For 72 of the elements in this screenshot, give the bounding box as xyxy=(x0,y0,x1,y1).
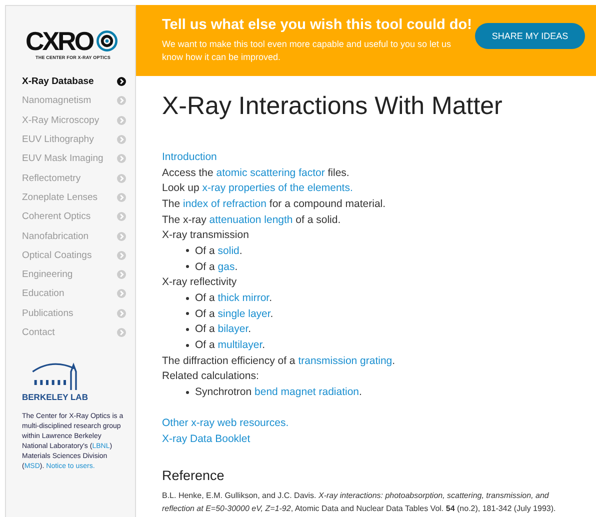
chevron-icon xyxy=(117,77,126,86)
chevron-icon xyxy=(117,270,126,280)
nav-item[interactable]: Publications xyxy=(22,304,126,323)
chevron-icon xyxy=(117,154,126,164)
link[interactable]: attenuation length xyxy=(209,214,293,226)
bullet-icon xyxy=(186,265,189,268)
bullet-icon xyxy=(186,312,189,316)
text-line: Look up x-ray properties of the elements. xyxy=(162,182,353,194)
link[interactable]: Introduction xyxy=(162,150,217,163)
link[interactable]: solid xyxy=(218,244,240,257)
nav-item[interactable]: Reflectometry xyxy=(22,168,126,188)
text-line: X-ray transmission xyxy=(162,229,249,242)
chevron-icon xyxy=(117,308,126,318)
link[interactable]: transmission grating xyxy=(298,354,392,367)
bullet-icon xyxy=(186,328,189,331)
link[interactable]: multilayer xyxy=(218,339,262,352)
link[interactable]: single layer xyxy=(218,308,270,320)
link[interactable]: bilayer xyxy=(218,323,248,336)
chevron-icon xyxy=(117,116,126,125)
text-line: The x-ray attenuation length of a solid. xyxy=(162,214,341,226)
nav-item[interactable]: Optical Coatings xyxy=(22,246,126,265)
chevron-icon xyxy=(117,174,126,183)
bullet-icon xyxy=(186,390,189,394)
link[interactable]: X-ray Data Booklet xyxy=(162,432,250,445)
nav-item[interactable]: Coherent Optics xyxy=(22,207,126,226)
chevron-icon xyxy=(117,135,126,144)
text-line: Synchrotron bend magnet radiation. xyxy=(195,386,362,398)
link[interactable]: Other x-ray web resources. xyxy=(162,416,289,429)
link[interactable]: atomic scattering factor xyxy=(216,166,325,179)
chevron-icon xyxy=(117,96,126,106)
page-title: X-Ray Interactions With Matter xyxy=(162,92,504,121)
link[interactable]: thick mirror xyxy=(218,292,270,304)
nav-item[interactable]: Zoneplate Lenses xyxy=(22,188,126,208)
reference-heading: Reference xyxy=(162,468,226,484)
nav-item[interactable]: Nanomagnetism xyxy=(22,91,126,111)
banner-text: We want to make this tool even more capable and useful to you so let us know how it can be improved. xyxy=(162,38,452,64)
text-line: Of a solid. xyxy=(195,244,242,257)
text-line: Of a thick mirror. xyxy=(195,292,272,304)
text-line: Of a bilayer. xyxy=(195,323,252,336)
text-line: The diffraction efficiency of a transmission grating. xyxy=(162,354,396,367)
share-ideas-button[interactable]: SHARE MY IDEAS xyxy=(475,23,585,49)
text-line: Access the atomic scattering factor files. xyxy=(162,166,350,179)
banner-title: Tell us what else you wish this tool could do! xyxy=(162,17,473,33)
reference-text: B.L. Henke, E.M. Gullikson, and J.C. Davis. X-ray interactions: photoabsorption, scattering, transmission, and reflection at E=50-30000 eV, Z=1-92, Atomic Data and Nuclear Data Tables Vol. 54 (no.2), 181-342 (July 1993). xyxy=(162,490,557,516)
bullet-icon xyxy=(186,344,189,347)
link[interactable]: gas xyxy=(218,260,235,273)
nav-item[interactable]: X-Ray Microscopy xyxy=(22,110,126,130)
nav-item[interactable]: X-Ray Database xyxy=(22,72,126,92)
nav-item[interactable]: Engineering xyxy=(22,264,126,284)
lab-name: BERKELEY LAB xyxy=(22,392,89,402)
nav-item[interactable]: Nanofabrication xyxy=(22,226,126,246)
text-line: Related calculations: xyxy=(162,370,259,382)
chevron-icon xyxy=(117,289,126,298)
text-line: X-ray reflectivity xyxy=(162,276,237,288)
text-line: Of a gas. xyxy=(195,260,238,273)
chevron-icon xyxy=(117,250,126,260)
chevron-icon xyxy=(117,232,126,241)
chevron-icon xyxy=(117,328,126,337)
chevron-icon xyxy=(117,212,126,222)
nav-item[interactable]: Contact xyxy=(22,322,126,342)
nav-item[interactable]: Education xyxy=(22,284,126,304)
bullet-icon xyxy=(186,296,189,300)
text-line: Of a single layer. xyxy=(195,308,274,320)
link[interactable]: index of refraction xyxy=(183,198,266,210)
nav-item[interactable]: EUV Lithography xyxy=(22,130,126,150)
bullet-icon xyxy=(186,249,189,252)
text-line: The index of refraction for a compound material. xyxy=(162,198,386,210)
link[interactable]: x-ray properties of the elements. xyxy=(202,182,353,194)
chevron-icon xyxy=(117,192,126,202)
link[interactable]: bend magnet radiation xyxy=(254,386,360,398)
nav-item[interactable]: EUV Mask Imaging xyxy=(22,149,126,168)
text-line: Of a multilayer. xyxy=(195,339,266,352)
